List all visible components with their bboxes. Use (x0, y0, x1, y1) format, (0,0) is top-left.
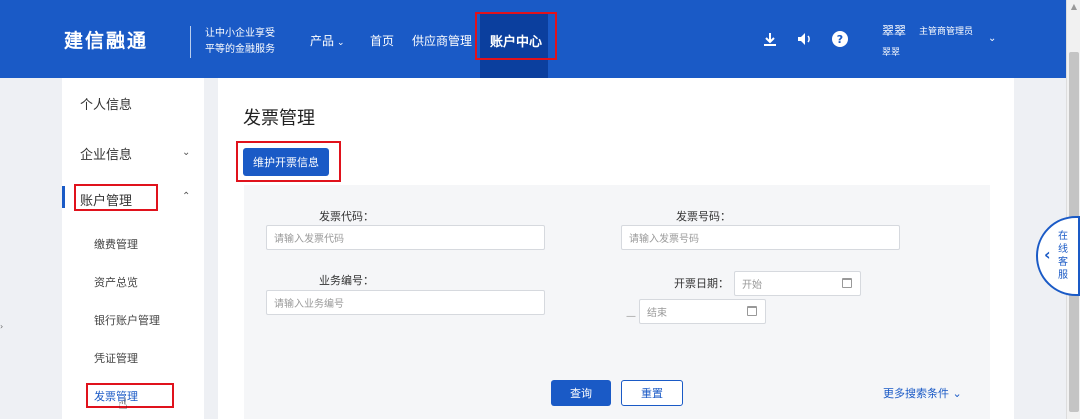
nav-products-label: 产品 (310, 34, 335, 48)
active-indicator (62, 186, 65, 208)
brand-slogan: 让中小企业享受 平等的金融服务 (205, 26, 275, 58)
mouse-cursor-icon: ☝ (118, 394, 128, 413)
online-service-label: 在线客服 (1058, 231, 1068, 281)
more-search-label: 更多搜索条件 (883, 387, 949, 400)
query-button[interactable]: 查询 (551, 380, 611, 406)
date-end-placeholder: 结束 (647, 308, 667, 319)
page-title: 发票管理 (243, 108, 315, 129)
nav-home[interactable]: 首页 (370, 32, 394, 49)
nav-products[interactable]: 产品 ⌄ (310, 32, 345, 49)
calendar-icon (842, 278, 852, 288)
online-service-widget[interactable]: ‹ 在线客服 (1036, 216, 1080, 296)
highlight-box-maintain (236, 141, 341, 182)
help-icon[interactable]: ? (830, 29, 850, 49)
brand-logo[interactable]: 建信融通 (64, 26, 148, 53)
speaker-icon[interactable] (795, 29, 815, 49)
user-menu-chevron-icon[interactable]: ⌄ (988, 33, 996, 44)
left-edge-marker: › (0, 322, 4, 331)
highlight-box-invoice (86, 383, 174, 408)
sidebar-item-company-info[interactable]: 企业信息 (80, 144, 132, 163)
sidebar-subitem-voucher[interactable]: 凭证管理 (94, 350, 138, 366)
sidebar: 个人信息 企业信息 ⌄ 账户管理 ⌃ 缴费管理 资产总览 银行账户管理 凭证管理… (62, 78, 204, 419)
date-start-placeholder: 开始 (742, 280, 762, 291)
date-end-input[interactable]: 结束 (639, 299, 766, 324)
user-role: 主管商管理员 (919, 27, 974, 37)
invoice-date-label: 开票日期： (674, 277, 729, 290)
sidebar-subitem-bank-account[interactable]: 银行账户管理 (94, 312, 160, 328)
chevron-down-icon[interactable]: ⌄ (182, 147, 190, 158)
header-divider (190, 26, 191, 58)
business-number-input[interactable]: 请输入业务编号 (266, 290, 545, 315)
chevron-left-icon: ‹ (1044, 245, 1051, 264)
reset-button[interactable]: 重置 (621, 380, 683, 406)
highlight-box-account (74, 184, 158, 211)
scroll-up-arrow-icon[interactable]: ▲ (1067, 2, 1080, 11)
sidebar-subitem-assets[interactable]: 资产总览 (94, 274, 138, 290)
invoice-number-label: 发票号码： (676, 210, 731, 223)
chevron-up-icon[interactable]: ⌃ (182, 191, 190, 202)
invoice-number-input[interactable]: 请输入发票号码 (621, 225, 900, 250)
chevron-down-icon: ⌄ (952, 387, 962, 400)
user-name[interactable]: 翠翠 (882, 22, 906, 39)
chevron-down-icon: ⌄ (337, 38, 345, 48)
business-number-label: 业务编号： (319, 274, 374, 287)
more-search-conditions-link[interactable]: 更多搜索条件 ⌄ (883, 385, 962, 401)
sidebar-subitem-fee[interactable]: 缴费管理 (94, 236, 138, 252)
date-start-input[interactable]: 开始 (734, 271, 861, 296)
user-sub-name: 翠翠 (882, 48, 901, 58)
sidebar-item-personal-info[interactable]: 个人信息 (80, 94, 132, 113)
highlight-box-nav (475, 12, 557, 60)
slogan-line-2: 平等的金融服务 (205, 44, 275, 55)
date-range-dash: — (626, 311, 636, 322)
calendar-icon (747, 306, 757, 316)
nav-supplier-management[interactable]: 供应商管理 (412, 32, 472, 49)
slogan-line-1: 让中小企业享受 (205, 28, 275, 39)
download-icon[interactable] (760, 29, 780, 49)
invoice-code-label: 发票代码： (319, 210, 374, 223)
page-scrollbar[interactable]: ▲ (1066, 0, 1080, 419)
top-header: 建信融通 让中小企业享受 平等的金融服务 产品 ⌄ 首页 供应商管理 账户中心 ?… (0, 0, 1066, 78)
invoice-code-input[interactable]: 请输入发票代码 (266, 225, 545, 250)
